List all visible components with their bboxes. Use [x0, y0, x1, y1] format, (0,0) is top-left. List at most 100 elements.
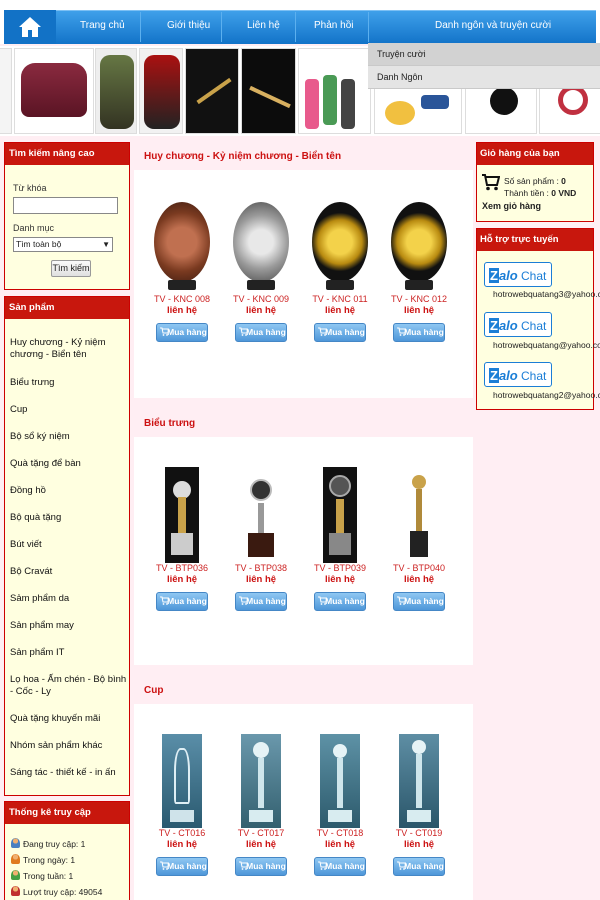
nav-item-home[interactable]: Trang chủ [80, 20, 125, 31]
category-item[interactable]: Đồng hồ [10, 485, 128, 497]
banner-image-pen [185, 48, 239, 134]
buy-button[interactable]: Mua hàng [235, 323, 287, 342]
dropdown-item-quotes[interactable]: Danh Ngôn [368, 66, 600, 89]
product-card[interactable]: TV - BTP038 liên hệ Mua hàng [223, 467, 299, 611]
category-item[interactable]: Bộ Cravát [10, 566, 128, 578]
cart-icon [397, 596, 406, 605]
buy-button[interactable]: Mua hàng [156, 323, 208, 342]
user-icon [11, 854, 20, 864]
stat-total-text: Lượt truy cập: 49054 [23, 887, 103, 897]
stat-online-text: Đang truy cập: 1 [23, 839, 86, 849]
category-item[interactable]: Bút viết [10, 539, 128, 551]
product-card[interactable]: TV - KNC 012 liên hệ Mua hàng [381, 202, 457, 342]
nav-item-quotes[interactable]: Danh ngôn và truyện cười [435, 20, 551, 31]
product-card[interactable]: TV - CT017 liên hệ Mua hàng [223, 734, 299, 876]
product-card[interactable]: TV - BTP036 liên hệ Mua hàng [144, 467, 220, 611]
buy-button[interactable]: Mua hàng [235, 857, 287, 876]
keyword-input[interactable] [13, 197, 118, 214]
user-icon [11, 870, 20, 880]
keyword-label: Từ khóa [13, 183, 47, 193]
product-card[interactable]: TV - BTP039 liên hệ Mua hàng [302, 467, 378, 611]
cart-count-label: Số sản phẩm : [504, 176, 562, 186]
support-email[interactable]: hotrowebquatang2@yahoo.com [493, 390, 600, 400]
support-title: Hỗ trợ trực tuyến [477, 229, 593, 251]
product-price: liên hệ [403, 574, 435, 585]
stat-today: Trong ngày: 1 [11, 854, 75, 865]
cart-icon [239, 861, 248, 870]
category-item[interactable]: Sảm phẩm da [10, 593, 128, 605]
cart-icon [318, 861, 327, 870]
zalo-chat-button[interactable]: Zalo Chat [484, 362, 552, 387]
cart-icon [160, 327, 169, 336]
category-item[interactable]: Cup [10, 404, 128, 416]
buy-button[interactable]: Mua hàng [156, 857, 208, 876]
product-card[interactable]: TV - BTP040 liên hệ Mua hàng [381, 467, 457, 611]
product-code: TV - CT017 [237, 828, 285, 838]
search-box-title: Tìm kiếm nâng cao [5, 143, 129, 165]
category-item[interactable]: Quà tặng khuyến mãi [10, 713, 128, 725]
nav-item-feedback[interactable]: Phản hồi [314, 20, 353, 31]
buy-button-label: Mua hàng [325, 327, 365, 337]
zalo-chat-label: Chat [521, 319, 547, 333]
buy-button-label: Mua hàng [404, 596, 444, 606]
product-price: liên hệ [245, 839, 277, 850]
dropdown-item-jokes[interactable]: Truyện cười [368, 43, 600, 66]
cart-total: Thành tiền : 0 VND [504, 188, 576, 198]
banner-image-bag [0, 48, 12, 134]
nav-item-contact[interactable]: Liên hệ [247, 20, 280, 31]
product-panel: TV - KNC 008 liên hệ Mua hàng TV - KNC 0… [134, 170, 473, 398]
view-cart-link[interactable]: Xem giỏ hàng [482, 201, 541, 211]
buy-button-label: Mua hàng [404, 327, 444, 337]
search-button[interactable]: Tìm kiếm [51, 260, 91, 277]
buy-button[interactable]: Mua hàng [393, 323, 445, 342]
product-price: liên hệ [245, 305, 277, 316]
category-item[interactable]: Sáng tác - thiết kế - in ấn [10, 767, 128, 779]
product-image [165, 467, 199, 563]
category-item[interactable]: Sản phẩm IT [10, 647, 128, 659]
product-code: TV - KNC 009 [232, 294, 290, 304]
product-card[interactable]: TV - KNC 009 liên hệ Mua hàng [223, 202, 299, 342]
product-card[interactable]: TV - KNC 011 liên hệ Mua hàng [302, 202, 378, 342]
product-card[interactable]: TV - KNC 008 liên hệ Mua hàng [144, 202, 220, 342]
zalo-chat-button[interactable]: Zalo Chat [484, 312, 552, 337]
category-item[interactable]: Lọ hoa - Ấm chén - Bộ bình - Cốc - Ly [10, 674, 128, 698]
banner-image-bag [14, 48, 94, 134]
product-menu-title: Sản phẩm [5, 297, 129, 319]
section-title[interactable]: Biểu trưng [144, 418, 195, 429]
buy-button-label: Mua hàng [325, 861, 365, 871]
support-email[interactable]: hotrowebquatang3@yahoo.com [493, 289, 600, 299]
support-email[interactable]: hotrowebquatang@yahoo.com [493, 340, 600, 350]
category-select[interactable]: Tìm toàn bộ ▼ [13, 237, 113, 252]
cart-icon [397, 861, 406, 870]
category-item[interactable]: Biểu trưng [10, 377, 128, 389]
nav-item-about[interactable]: Giới thiệu [167, 20, 210, 31]
user-icon [11, 838, 20, 848]
cart-icon [318, 327, 327, 336]
category-item[interactable]: Huy chương - Kỷ niệm chương - Biển tên [10, 337, 128, 361]
buy-button[interactable]: Mua hàng [393, 592, 445, 611]
section-title[interactable]: Cup [144, 685, 163, 696]
buy-button[interactable]: Mua hàng [314, 323, 366, 342]
category-item[interactable]: Sản phẩm may [10, 620, 128, 632]
buy-button[interactable]: Mua hàng [393, 857, 445, 876]
stat-week: Trong tuần: 1 [11, 870, 73, 881]
product-card[interactable]: TV - CT019 liên hệ Mua hàng [381, 734, 457, 876]
section-title[interactable]: Huy chương - Kỷ niệm chương - Biển tên [144, 151, 341, 162]
buy-button[interactable]: Mua hàng [314, 857, 366, 876]
zalo-chat-button[interactable]: Zalo Chat [484, 262, 552, 287]
product-card[interactable]: TV - CT016 liên hệ Mua hàng [144, 734, 220, 876]
product-image [244, 467, 278, 563]
product-card[interactable]: TV - CT018 liên hệ Mua hàng [302, 734, 378, 876]
zalo-chat-label: Chat [521, 269, 547, 283]
product-code: TV - BTP036 [155, 563, 209, 573]
product-code: TV - BTP040 [392, 563, 446, 573]
home-button[interactable] [4, 10, 56, 44]
category-item[interactable]: Nhóm sản phẩm khác [10, 740, 128, 752]
buy-button[interactable]: Mua hàng [235, 592, 287, 611]
category-item[interactable]: Bộ quà tặng [10, 512, 128, 524]
category-item[interactable]: Bộ sổ ký niệm [10, 431, 128, 443]
buy-button[interactable]: Mua hàng [314, 592, 366, 611]
buy-button[interactable]: Mua hàng [156, 592, 208, 611]
category-item[interactable]: Quà tặng để bàn [10, 458, 128, 470]
product-price: liên hệ [403, 839, 435, 850]
